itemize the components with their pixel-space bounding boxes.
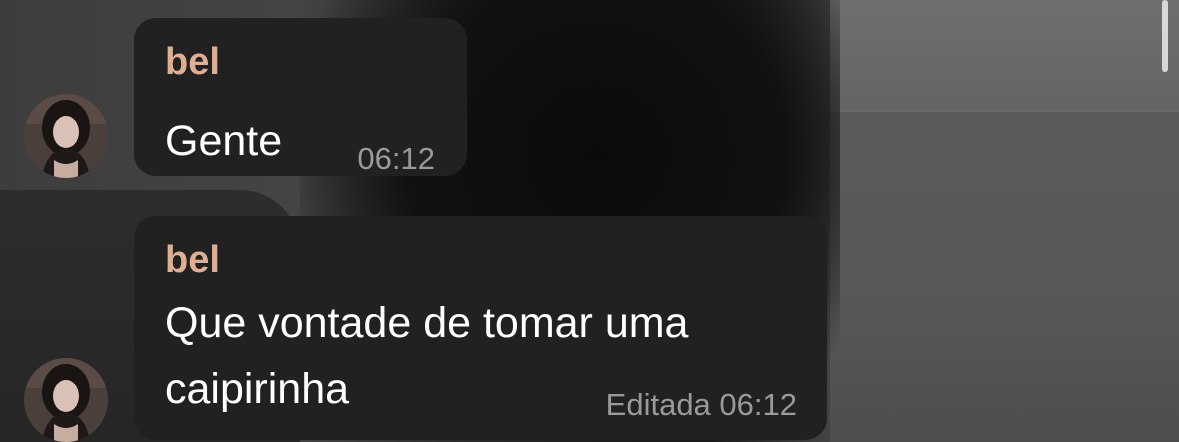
message-text: Gente xyxy=(165,117,283,165)
avatar-photo xyxy=(24,94,108,178)
scrollbar[interactable] xyxy=(1162,0,1168,72)
sender-name[interactable]: bel xyxy=(165,240,220,280)
wallpaper-edge xyxy=(830,110,1179,112)
message-time: 06:12 xyxy=(357,141,435,176)
sender-avatar[interactable] xyxy=(24,358,108,442)
message-time: 06:12 xyxy=(719,387,797,422)
message-bubble[interactable]: bel Gente 06:12 xyxy=(134,18,467,176)
sender-avatar[interactable] xyxy=(24,94,108,178)
message-bubble[interactable]: bel Que vontade de tomar uma caipirinha … xyxy=(134,216,827,440)
edited-label: Editada xyxy=(605,387,711,422)
avatar-photo xyxy=(24,358,108,442)
message-meta: Editada 06:12 xyxy=(606,388,797,422)
wallpaper-background-wall xyxy=(830,0,1179,110)
message-meta: 06:12 xyxy=(357,142,435,176)
wallpaper-floor xyxy=(830,110,1179,442)
message-text-line: caipirinha xyxy=(165,365,350,413)
message-text-line: Que vontade de tomar uma xyxy=(165,299,689,347)
sender-name[interactable]: bel xyxy=(165,42,220,82)
